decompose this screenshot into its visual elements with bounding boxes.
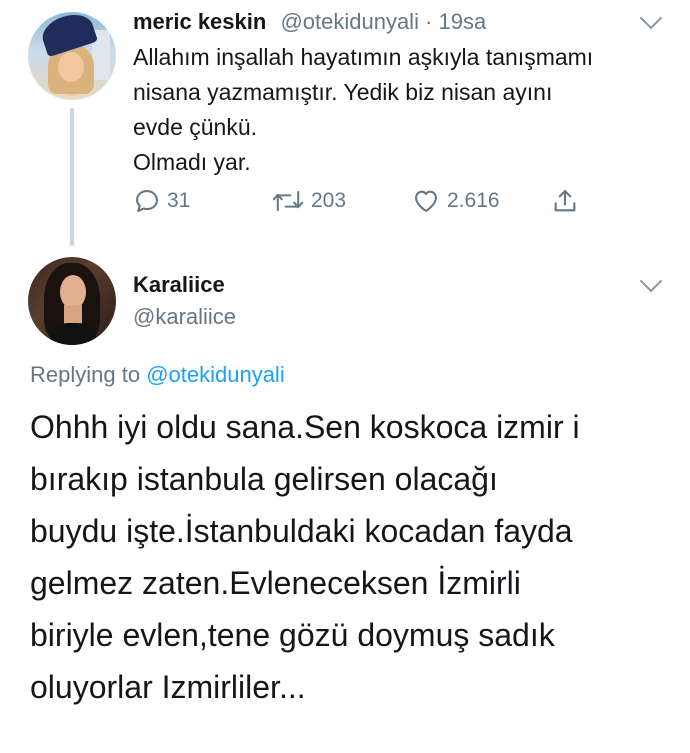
reply-button[interactable]: 31 (133, 186, 190, 216)
replying-label: Replying to (30, 362, 147, 387)
chevron-down-icon[interactable] (639, 269, 663, 293)
retweet-button[interactable]: 203 (271, 186, 346, 216)
like-count: 2.616 (447, 189, 500, 212)
thread-connector-line (70, 108, 74, 246)
replying-mention-link[interactable]: @otekidunyali (146, 362, 285, 387)
like-button[interactable]: 2.616 (411, 186, 500, 216)
avatar-face (58, 52, 84, 82)
tweet-text-line: Allahım inşallah hayatımın aşkıyla tanış… (133, 44, 594, 70)
meta-separator: · (418, 9, 439, 34)
retweet-icon (272, 190, 304, 212)
share-icon (554, 190, 576, 212)
heart-icon (415, 190, 437, 212)
retweet-count: 203 (311, 189, 347, 212)
reply-icon (136, 190, 158, 212)
tweet-text-line: Ohhh iyi oldu sana.Sen koskoca izmir i (30, 409, 580, 445)
replying-to: Replying to @otekidunyali (30, 361, 285, 389)
tweet-timestamp[interactable]: 19sa (439, 9, 487, 34)
tweet-text-line: oluyorlar Izmirliler... (30, 669, 306, 705)
author-name[interactable]: meric keskin (133, 9, 266, 34)
tweet-header: meric keskin @otekidunyali · 19sa (133, 8, 486, 36)
tweet-text-line: evde çünkü. (133, 114, 258, 140)
author-handle[interactable]: @karaliice (133, 303, 236, 331)
reply-count: 31 (167, 189, 191, 212)
avatar-face (60, 275, 86, 309)
avatar[interactable] (28, 12, 116, 100)
tweet-actions: 31 203 2.616 (133, 186, 593, 216)
tweet-reply[interactable]: Karaliice @karaliice Replying to @otekid… (0, 255, 690, 753)
chevron-down-icon[interactable] (639, 6, 663, 30)
tweet-text-line: Olmadı yar. (133, 149, 251, 175)
tweet-text-line: gelmez zaten.Evleneceksen İzmirli (30, 565, 521, 601)
avatar-hat (38, 12, 98, 58)
share-button[interactable] (551, 186, 579, 216)
tweet-text-line: bırakıp istanbula gelirsen olacağı (30, 461, 498, 497)
tweet-text-line: buydu işte.İstanbuldaki kocadan fayda (30, 513, 573, 549)
author-name[interactable]: Karaliice (133, 271, 225, 299)
tweet-text-line: nisana yazmamıştır. Yedik biz nisan ayın… (133, 79, 553, 105)
author-handle[interactable]: @otekidunyali (280, 9, 419, 34)
tweet-text-line: biriyle evlen,tene gözü doymuş sadık (30, 617, 555, 653)
tweet-text: Allahım inşallah hayatımın aşkıyla tanış… (133, 40, 663, 180)
avatar-clothing (50, 323, 96, 345)
tweet-original[interactable]: meric keskin @otekidunyali · 19sa Allahı… (0, 0, 690, 255)
tweet-text: Ohhh iyi oldu sana.Sen koskoca izmir i b… (30, 401, 680, 713)
avatar[interactable] (28, 257, 116, 345)
